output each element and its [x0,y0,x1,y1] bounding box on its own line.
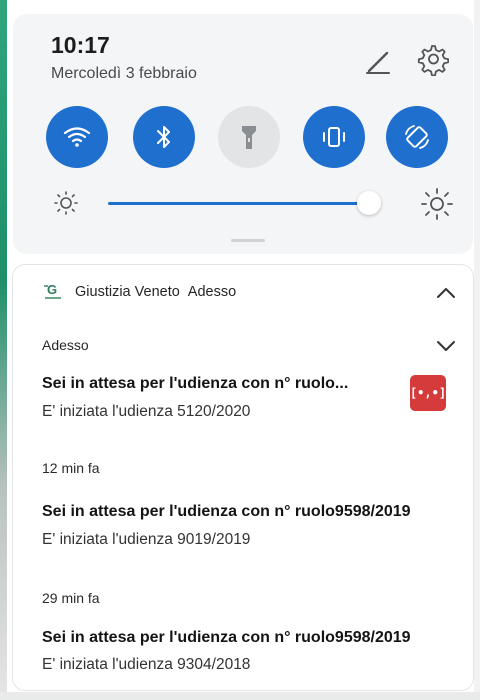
app-header: Giustizia Veneto Adesso [75,284,236,300]
app-name: Giustizia Veneto [75,284,180,300]
chevron-down-icon[interactable] [435,338,457,354]
notification-title-2[interactable]: Sei in attesa per l'udienza con n° ruolo… [42,503,411,521]
notification-time-3: 29 min fa [42,590,100,606]
brightness-high-icon [421,188,453,220]
scan-edge-bottom [0,692,480,700]
notification-body-1: E' iniziata l'udienza 5120/2020 [42,403,251,420]
wifi-tile[interactable] [46,106,108,168]
flashlight-tile[interactable] [218,106,280,168]
notification-card[interactable]: G Giustizia Veneto Adesso Adesso Sei in a… [13,265,473,690]
vibrate-tile[interactable] [303,106,365,168]
auto-rotate-tile[interactable] [386,106,448,168]
app-header-time: Adesso [187,284,237,300]
rotate-icon [405,125,429,149]
chevron-up-icon[interactable] [435,285,457,301]
clock-time: 10:17 [51,32,110,58]
wifi-icon [63,127,91,147]
brightness-slider-track[interactable] [108,202,363,205]
notification-time-1: Adesso [42,337,89,353]
notification-time-2: 12 min fa [42,460,100,476]
screen: 10:17 Mercoledì 3 febbraio G Giustizia V… [0,0,480,700]
notification-body-3: E' iniziata l'udienza 9304/2018 [42,656,251,673]
app-icon: G [44,282,61,299]
notification-body-2: E' iniziata l'udienza 9019/2019 [42,531,251,548]
scan-edge-right [474,0,480,700]
brightness-low-icon [54,191,78,215]
panel-drag-handle[interactable] [231,239,265,242]
vibrate-icon [323,127,345,147]
flashlight-icon [242,126,256,149]
brightness-slider-thumb[interactable] [357,191,381,215]
bluetooth-tile[interactable] [133,106,195,168]
bluetooth-icon [157,126,170,148]
svg-text:G: G [47,282,57,297]
quick-settings-panel: 10:17 Mercoledì 3 febbraio [13,14,473,254]
clock-date[interactable]: Mercoledì 3 febbraio [51,65,197,83]
notification-title-1[interactable]: Sei in attesa per l'udienza con n° ruolo… [42,375,348,393]
notification-thumbnail: [•,•] [410,375,446,411]
scan-edge-left [0,0,7,700]
gear-icon[interactable] [415,42,449,76]
edit-icon[interactable] [363,46,393,76]
notification-title-3[interactable]: Sei in attesa per l'udienza con n° ruolo… [42,629,411,647]
